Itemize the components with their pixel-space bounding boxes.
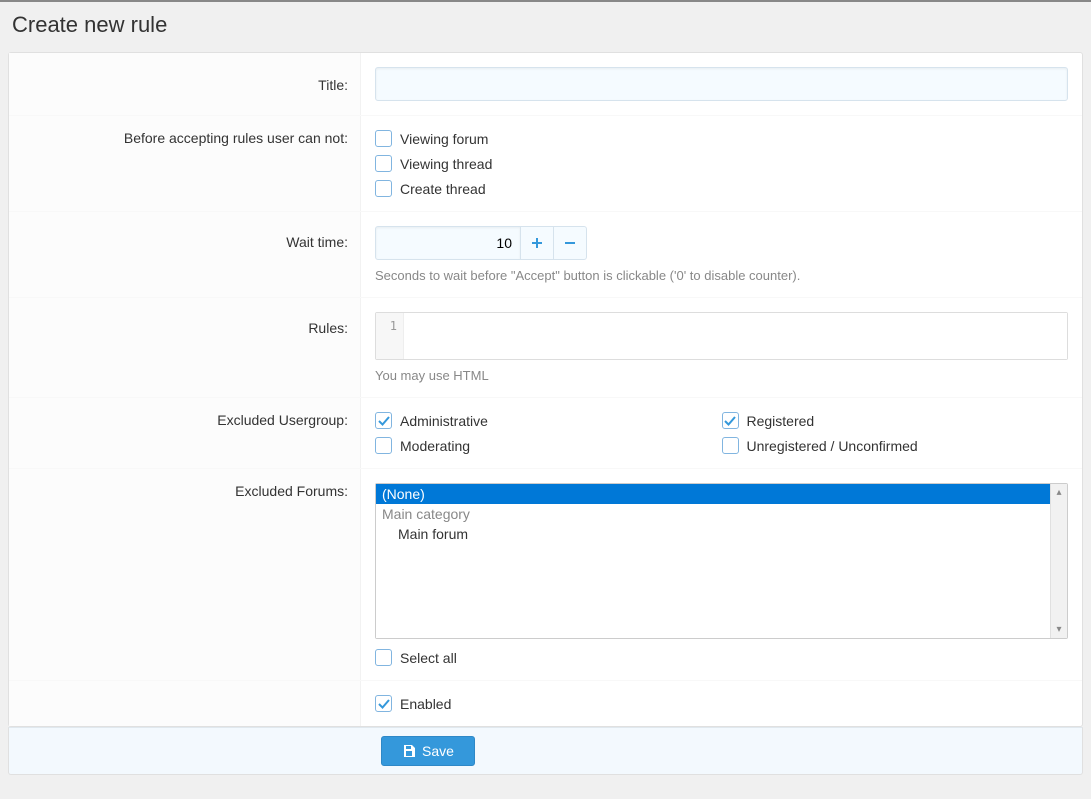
save-button-label: Save xyxy=(422,743,454,759)
checkbox-label-registered[interactable]: Registered xyxy=(747,413,815,429)
checkbox-create-thread[interactable] xyxy=(375,180,392,197)
wait-time-input[interactable] xyxy=(375,226,521,260)
listbox-scrollbar[interactable]: ▴ ▾ xyxy=(1050,484,1067,638)
rules-editor: 1 xyxy=(375,312,1068,360)
save-button[interactable]: Save xyxy=(381,736,475,766)
checkbox-label-select-all[interactable]: Select all xyxy=(400,650,457,666)
checkbox-administrative[interactable] xyxy=(375,412,392,429)
minus-icon xyxy=(564,237,576,249)
checkbox-label-enabled[interactable]: Enabled xyxy=(400,696,451,712)
checkbox-unregistered[interactable] xyxy=(722,437,739,454)
page-title: Create new rule xyxy=(0,2,1091,52)
footer-bar: Save xyxy=(8,727,1083,775)
checkbox-viewing-forum[interactable] xyxy=(375,130,392,147)
checkbox-label-administrative[interactable]: Administrative xyxy=(400,413,488,429)
checkbox-select-all[interactable] xyxy=(375,649,392,666)
label-rules: Rules: xyxy=(9,298,361,397)
checkbox-label-unregistered[interactable]: Unregistered / Unconfirmed xyxy=(747,438,918,454)
label-enabled-empty xyxy=(9,681,361,726)
form-panel: Title: Before accepting rules user can n… xyxy=(8,52,1083,727)
scroll-up-icon[interactable]: ▴ xyxy=(1051,484,1067,501)
wait-time-help: Seconds to wait before "Accept" button i… xyxy=(375,268,1068,283)
forum-option-none[interactable]: (None) xyxy=(376,484,1050,504)
checkbox-moderating[interactable] xyxy=(375,437,392,454)
save-icon xyxy=(402,744,416,758)
rules-help: You may use HTML xyxy=(375,368,1068,383)
rules-textarea[interactable] xyxy=(404,313,1067,359)
label-before-accept: Before accepting rules user can not: xyxy=(9,116,361,211)
checkbox-label-moderating[interactable]: Moderating xyxy=(400,438,470,454)
checkbox-label-create-thread[interactable]: Create thread xyxy=(400,181,486,197)
wait-time-decrement-button[interactable] xyxy=(553,226,587,260)
wait-time-increment-button[interactable] xyxy=(520,226,554,260)
excluded-forums-listbox[interactable]: (None) Main category Main forum xyxy=(376,484,1050,638)
rules-gutter: 1 xyxy=(376,313,404,359)
forum-option-main-forum[interactable]: Main forum xyxy=(376,524,1050,544)
plus-icon xyxy=(531,237,543,249)
checkbox-label-viewing-thread[interactable]: Viewing thread xyxy=(400,156,492,172)
checkbox-viewing-thread[interactable] xyxy=(375,155,392,172)
checkbox-registered[interactable] xyxy=(722,412,739,429)
label-excluded-usergroup: Excluded Usergroup: xyxy=(9,398,361,468)
scroll-down-icon[interactable]: ▾ xyxy=(1051,621,1067,638)
checkbox-enabled[interactable] xyxy=(375,695,392,712)
label-wait-time: Wait time: xyxy=(9,212,361,297)
label-excluded-forums: Excluded Forums: xyxy=(9,469,361,680)
title-input[interactable] xyxy=(375,67,1068,101)
forum-option-main-category: Main category xyxy=(376,504,1050,524)
label-title: Title: xyxy=(9,53,361,115)
checkbox-label-viewing-forum[interactable]: Viewing forum xyxy=(400,131,488,147)
